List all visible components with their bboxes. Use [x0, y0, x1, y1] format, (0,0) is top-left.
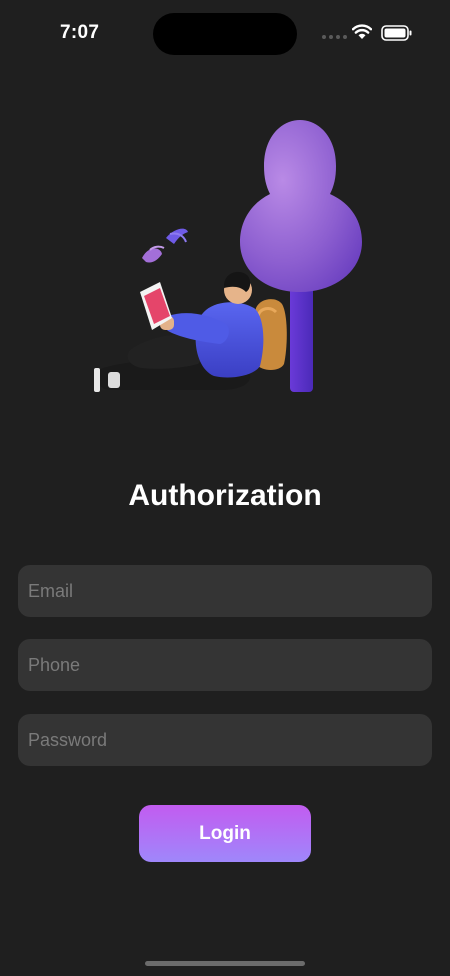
password-field[interactable]: [18, 714, 432, 766]
dynamic-island: [153, 13, 297, 55]
status-bar: 7:07: [0, 0, 450, 66]
signal-icon: [322, 35, 347, 41]
page-title: Authorization: [128, 479, 322, 512]
battery-icon: [381, 25, 412, 41]
wifi-icon: [352, 24, 372, 39]
password-field-container: [18, 714, 432, 766]
email-field[interactable]: [18, 565, 432, 617]
login-button[interactable]: Login: [139, 805, 311, 862]
status-time: 7:07: [60, 22, 100, 43]
phone-field-container: [18, 639, 432, 691]
phone-field[interactable]: [18, 639, 432, 691]
person-reading-under-tree-illustration: [94, 120, 362, 392]
email-field-container: [18, 565, 432, 617]
home-indicator: [145, 961, 305, 966]
